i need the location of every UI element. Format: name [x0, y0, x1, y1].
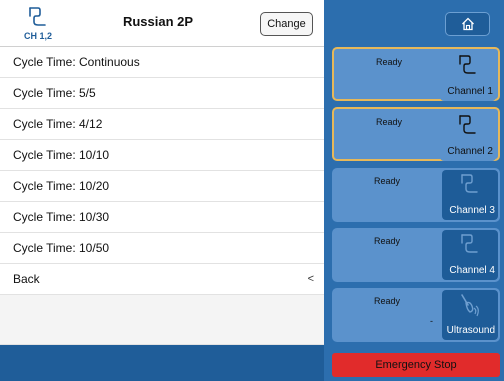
menu-item-label: Cycle Time: Continuous: [13, 55, 140, 69]
menu-item-label: Cycle Time: 10/20: [13, 179, 110, 193]
ultrasound-button[interactable]: Ready - Ultrasound: [332, 288, 500, 342]
channel-2-button[interactable]: Ready Channel 2: [332, 107, 500, 161]
channel-panel: Ready Channel 1 Ready Channel 2 Ready Ch…: [324, 0, 504, 381]
menu-empty-row: [0, 295, 324, 345]
electrode-icon: [461, 174, 478, 193]
menu-item-cycle-10-50[interactable]: Cycle Time: 10/50: [0, 233, 324, 264]
menu-item-label: Cycle Time: 4/12: [13, 117, 103, 131]
app-root: CH 1,2 Russian 2P Change Cycle Time: Con…: [0, 0, 504, 381]
menu-item-cycle-4-12[interactable]: Cycle Time: 4/12: [0, 109, 324, 140]
menu-item-label: Back: [13, 272, 40, 286]
electrode-icon: [459, 115, 476, 134]
channel-icon-box: Channel 4: [442, 230, 498, 280]
electrode-icon: [461, 234, 478, 253]
channel-icon-box: Channel 3: [442, 170, 498, 220]
ultrasound-value: -: [430, 316, 433, 326]
channel-status: Ready: [373, 296, 400, 306]
program-panel: CH 1,2 Russian 2P Change Cycle Time: Con…: [0, 0, 324, 381]
channel-label: Channel 4: [449, 265, 495, 276]
channel-status: Ready: [373, 176, 400, 186]
channel-label: Channel 2: [447, 146, 493, 157]
channel-icon-box: Channel 1: [440, 51, 496, 101]
menu-item-label: Cycle Time: 10/30: [13, 210, 110, 224]
page-title: Russian 2P: [122, 14, 194, 29]
channel-icon-box: Channel 2: [440, 111, 496, 161]
home-button[interactable]: [445, 12, 490, 36]
menu-item-cycle-5-5[interactable]: Cycle Time: 5/5: [0, 78, 324, 109]
menu-item-label: Cycle Time: 10/50: [13, 241, 110, 255]
ultrasound-icon: [461, 294, 479, 317]
menu-item-label: Cycle Time: 10/10: [13, 148, 110, 162]
channel-icon-box: Ultrasound: [442, 290, 498, 340]
channel-label: Channel 1: [447, 86, 493, 97]
change-button[interactable]: Change: [260, 12, 313, 36]
channel-1-button[interactable]: Ready Channel 1: [332, 47, 500, 101]
emergency-stop-button[interactable]: Emergency Stop: [332, 353, 500, 377]
channel-3-button[interactable]: Ready Channel 3: [332, 168, 500, 222]
home-icon: [462, 17, 474, 31]
menu-item-label: Cycle Time: 5/5: [13, 86, 96, 100]
electrode-icon: [29, 7, 46, 26]
menu-item-back[interactable]: Back <: [0, 264, 324, 295]
cycle-time-menu: Cycle Time: Continuous Cycle Time: 5/5 C…: [0, 47, 324, 345]
menu-item-cycle-10-20[interactable]: Cycle Time: 10/20: [0, 171, 324, 202]
channel-status: Ready: [373, 236, 400, 246]
back-arrow-icon: <: [307, 273, 314, 285]
program-header: CH 1,2 Russian 2P Change: [0, 0, 324, 47]
channel-status: Ready: [375, 117, 402, 127]
menu-item-cycle-10-30[interactable]: Cycle Time: 10/30: [0, 202, 324, 233]
menu-item-cycle-continuous[interactable]: Cycle Time: Continuous: [0, 47, 324, 78]
channel-4-button[interactable]: Ready Channel 4: [332, 228, 500, 282]
electrode-icon: [459, 55, 476, 74]
channel-label: Channel 3: [449, 205, 495, 216]
channel-status: Ready: [375, 57, 402, 67]
channel-label: CH 1,2: [24, 31, 53, 41]
channel-label: Ultrasound: [446, 325, 495, 336]
menu-item-cycle-10-10[interactable]: Cycle Time: 10/10: [0, 140, 324, 171]
channel-indicator: CH 1,2: [24, 6, 54, 42]
